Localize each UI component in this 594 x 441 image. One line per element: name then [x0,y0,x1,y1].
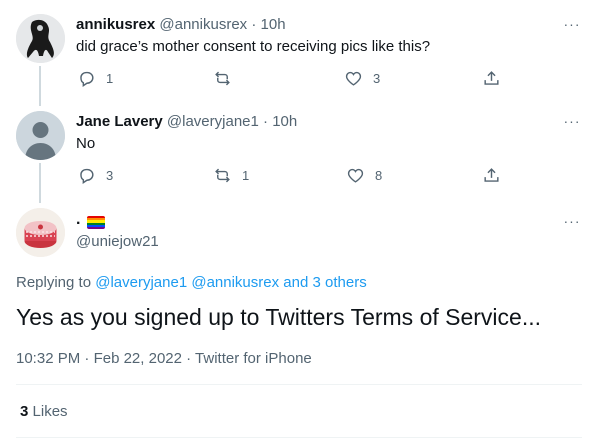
separator: · [84,350,90,367]
retweet-button[interactable] [213,69,242,88]
avatar-uniejow21[interactable] [16,208,65,257]
more-icon[interactable]: ··· [562,111,582,131]
tweet-text: No [76,135,96,152]
reply-mention-annikusrex[interactable]: @annikusrex [191,274,279,291]
likes-label: Likes [32,403,68,420]
likes-stat[interactable]: 3 Likes [20,403,68,420]
separator: · [186,350,192,367]
share-icon [484,168,499,182]
reply-count: 3 [106,168,114,183]
like-count: 3 [373,71,381,86]
tweet-header: annikusrex @annikusrex · 10h [76,16,286,33]
author-handle[interactable]: @laveryjane1 [167,113,259,130]
replying-to: Replying to @laveryjane1 @annikusrex and… [16,274,367,291]
reply-button[interactable]: 3 [77,166,113,185]
avatar-laveryjane1[interactable] [16,111,65,160]
tweet-time[interactable]: 10h [272,113,297,130]
separator: · [251,16,257,33]
like-icon [345,71,362,86]
share-button[interactable] [482,166,501,185]
more-icon[interactable]: ··· [562,14,582,34]
reply-icon [80,168,94,184]
divider [16,437,582,438]
author-handle[interactable]: @annikusrex [159,16,247,33]
thread-line [39,163,41,203]
author-handle[interactable]: @uniejow21 [76,233,159,250]
thread-line [39,66,41,106]
avatar-annikusrex[interactable] [16,14,65,63]
retweet-count: 1 [242,168,250,183]
likes-count: 3 [20,403,29,420]
reply-icon [80,71,94,87]
author-name[interactable]: annikusrex [76,16,155,33]
retweet-button[interactable]: 1 [213,166,249,185]
like-button[interactable]: 3 [344,69,380,88]
retweet-icon [215,168,230,183]
reply-count: 1 [106,71,114,86]
reply-button[interactable]: 1 [77,69,113,88]
tweet-date[interactable]: Feb 22, 2022 [94,350,182,367]
main-tweet-text: Yes as you signed up to Twitters Terms o… [16,304,542,330]
replying-prefix: Replying to [16,274,92,291]
like-icon [347,168,364,183]
rainbow-flag-icon [87,216,105,229]
divider [16,384,582,385]
tweet-client[interactable]: Twitter for iPhone [195,350,312,367]
tweet-header: Jane Lavery @laveryjane1 · 10h [76,113,297,130]
tweet-timestamp[interactable]: 10:32 PM [16,350,80,367]
reply-others-link[interactable]: and 3 others [283,274,366,291]
share-button[interactable] [482,69,501,88]
more-icon[interactable]: ··· [562,211,582,231]
tweet-text: did grace’s mother consent to receiving … [76,38,431,55]
author-name[interactable]: Jane Lavery [76,113,163,130]
reply-mention-laveryjane1[interactable]: @laveryjane1 [95,274,187,291]
separator: · [263,113,269,130]
retweet-icon [215,71,230,86]
like-button[interactable]: 8 [346,166,382,185]
author-name[interactable]: . [76,211,80,229]
share-icon [484,71,499,85]
tweet-meta: 10:32 PM · Feb 22, 2022 · Twitter for iP… [16,350,312,367]
tweet-time[interactable]: 10h [261,16,286,33]
like-count: 8 [375,168,383,183]
